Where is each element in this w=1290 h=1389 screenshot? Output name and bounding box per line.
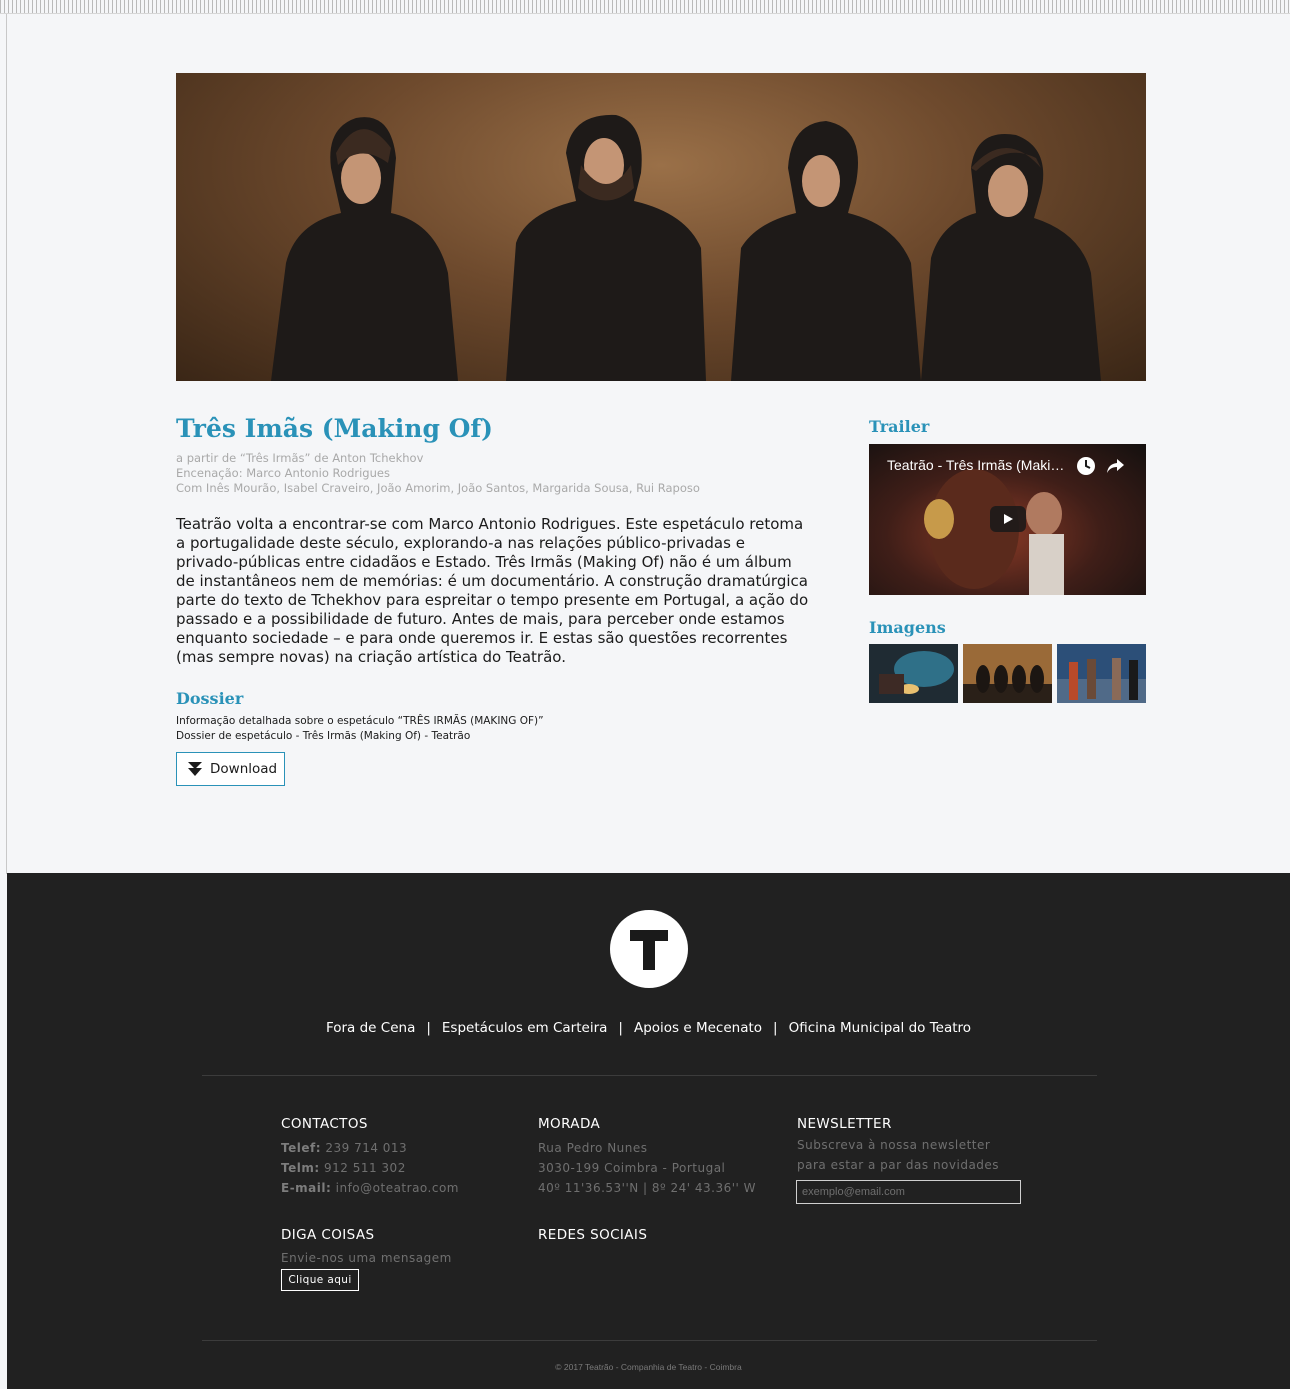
contact-message-button[interactable]: Clique aqui (281, 1269, 359, 1291)
gallery-thumbnail[interactable] (869, 644, 958, 703)
show-description: Teatrão volta a encontrar-se com Marco A… (176, 515, 809, 666)
telm-label: Telm: (281, 1161, 320, 1175)
copyright: © 2017 Teatrão - Companhia de Teatro - C… (555, 1362, 742, 1372)
morada-address: Rua Pedro Nunes 3030-199 Coimbra - Portu… (538, 1138, 756, 1198)
page-edge (6, 14, 7, 874)
nav-separator: | (426, 1020, 431, 1036)
nav-oficina-municipal[interactable]: Oficina Municipal do Teatro (789, 1020, 971, 1036)
credit-cast: Com Inês Mourão, Isabel Craveiro, João A… (176, 481, 700, 495)
watch-later-icon[interactable] (1076, 456, 1096, 476)
newsletter-email-input[interactable] (796, 1180, 1021, 1204)
nav-separator: | (773, 1020, 778, 1036)
nav-separator: | (618, 1020, 623, 1036)
contact-phone: Telef: 239 714 013 (281, 1138, 459, 1158)
contactos-heading: CONTACTOS (281, 1116, 368, 1132)
trailer-video[interactable]: Teatrão - Três Irmãs (Making Of) (869, 444, 1146, 595)
images-heading: Imagens (869, 618, 946, 637)
contactos-info: Telef: 239 714 013 Telm: 912 511 302 E-m… (281, 1138, 459, 1198)
download-label: Download (210, 761, 278, 777)
address-city: 3030-199 Coimbra - Portugal (538, 1161, 726, 1175)
footer-nav: Fora de Cena | Espetáculos em Carteira | Apo… (7, 1020, 1290, 1036)
dossier-heading: Dossier (176, 689, 244, 708)
newsletter-line-2: para estar a par das novidades (797, 1158, 1000, 1172)
footer: Fora de Cena | Espetáculos em Carteira | Apo… (7, 873, 1290, 1389)
show-title: Três Imãs (Making Of) (176, 414, 494, 443)
gallery-thumbnail[interactable] (963, 644, 1052, 703)
dossier-line-file: Dossier de espetáculo - Três Irmãs (Maki… (176, 730, 471, 742)
credit-director: Encenação: Marco Antonio Rodrigues (176, 466, 390, 480)
trailer-heading: Trailer (869, 417, 930, 436)
redes-sociais-heading: REDES SOCIAIS (538, 1227, 648, 1243)
email-label: E-mail: (281, 1181, 332, 1195)
download-icon (188, 762, 202, 776)
address-coordinates: 40º 11'36.53''N | 8º 24' 43.36'' W (538, 1181, 757, 1195)
newsletter-heading: NEWSLETTER (797, 1116, 892, 1132)
top-ruler (0, 0, 1290, 14)
address-street: Rua Pedro Nunes (538, 1141, 648, 1155)
contact-mobile: Telm: 912 511 302 (281, 1158, 459, 1178)
show-credits: a partir de “Três Irmãs” de Anton Tchekh… (176, 451, 700, 496)
nav-apoios-e-mecenato[interactable]: Apoios e Mecenato (634, 1020, 762, 1036)
newsletter-text: Subscreva à nossa newsletter para estar … (797, 1135, 999, 1175)
play-button[interactable] (990, 506, 1026, 532)
telm-value[interactable]: 912 511 302 (324, 1161, 406, 1175)
nav-fora-de-cena[interactable]: Fora de Cena (326, 1020, 415, 1036)
hero-image (176, 73, 1146, 381)
download-button[interactable]: Download (176, 752, 285, 786)
gallery-thumbnail[interactable] (1057, 644, 1146, 703)
logo-letter-t (630, 930, 668, 970)
diga-coisas-text: Envie-nos uma mensagem (281, 1251, 452, 1265)
telef-label: Telef: (281, 1141, 322, 1155)
morada-heading: MORADA (538, 1116, 601, 1132)
credit-source: a partir de “Três Irmãs” de Anton Tchekh… (176, 451, 424, 465)
footer-divider (202, 1075, 1097, 1076)
newsletter-line-1: Subscreva à nossa newsletter (797, 1138, 991, 1152)
play-icon (1004, 514, 1013, 524)
dossier-line-info: Informação detalhada sobre o espetáculo … (176, 715, 544, 727)
diga-coisas-heading: DIGA COISAS (281, 1227, 375, 1243)
footer-divider (202, 1340, 1097, 1341)
contact-email: E-mail: info@oteatrao.com (281, 1178, 459, 1198)
nav-espetaculos-em-carteira[interactable]: Espetáculos em Carteira (442, 1020, 608, 1036)
telef-value[interactable]: 239 714 013 (325, 1141, 407, 1155)
trailer-video-title: Teatrão - Três Irmãs (Making Of) (887, 457, 1072, 473)
email-value[interactable]: info@oteatrao.com (336, 1181, 459, 1195)
share-icon[interactable] (1105, 456, 1125, 476)
teatrao-logo[interactable] (610, 910, 688, 988)
dossier-info: Informação detalhada sobre o espetáculo … (176, 714, 544, 744)
